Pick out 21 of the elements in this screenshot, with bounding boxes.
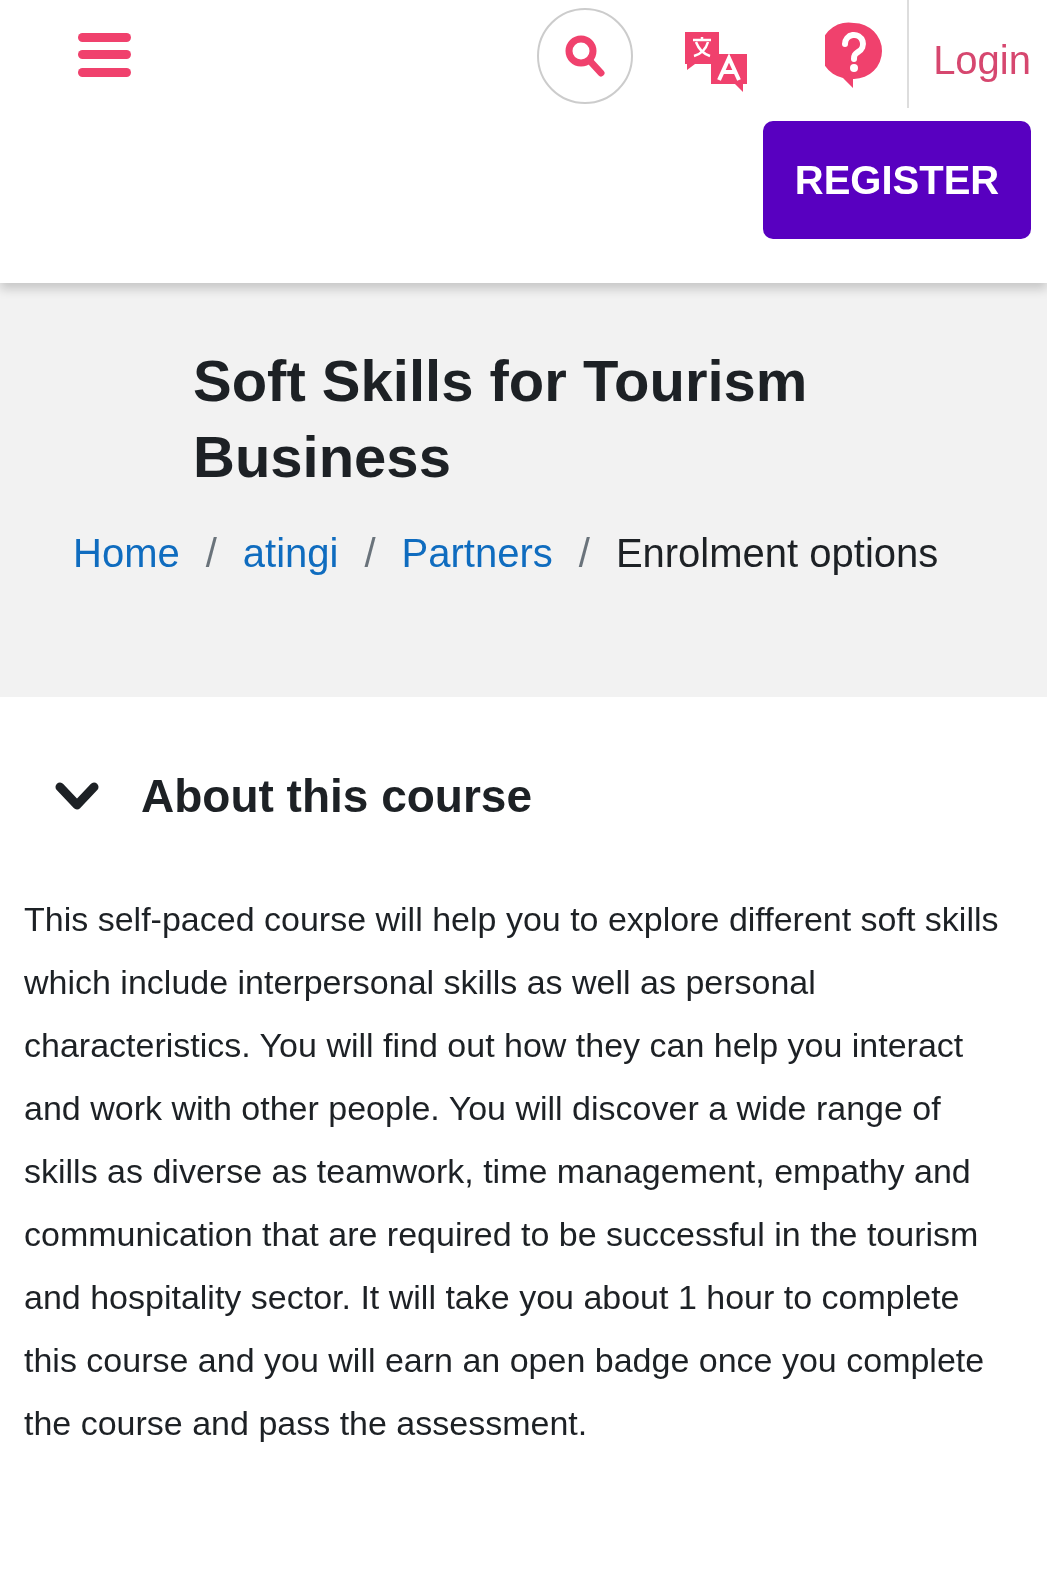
page-title: Soft Skills for Tourism Business — [193, 347, 809, 491]
breadcrumb-link[interactable]: atingi — [242, 523, 339, 583]
breadcrumb-current: Enrolment options — [615, 530, 939, 577]
chevron-icon — [55, 781, 99, 812]
translate-button[interactable] — [685, 30, 748, 92]
breadcrumb-separator: / — [364, 530, 376, 577]
help-button[interactable] — [825, 22, 884, 88]
search-icon — [565, 35, 606, 77]
breadcrumb-link[interactable]: Home — [73, 523, 180, 583]
section-title: About this course — [141, 769, 533, 824]
collapse-toggle[interactable] — [55, 781, 99, 812]
breadcrumb-separator: / — [578, 530, 590, 577]
breadcrumb-separator: / — [205, 530, 217, 577]
help-icon — [825, 22, 884, 88]
translate-icon — [685, 30, 748, 92]
breadcrumb-link[interactable]: Partners — [401, 523, 553, 583]
login-link[interactable]: Login — [933, 30, 1031, 90]
menu-icon — [78, 33, 131, 77]
course-description: This self-paced course will help you to explore different soft skills which include interpersonal skills as well as personal characteristics. You will find out how they can help you interact and work with other people. You will discover a wide range of skills as diverse as teamwork, time management, empathy and communication that are required to be successful in the tourism and hospitality sector. It will take you about 1 hour to complete this course and you will earn an open badge once you complete the course and pass the assessment. — [24, 899, 1000, 1445]
register-button[interactable]: REGISTER — [763, 121, 1031, 239]
menu-button[interactable] — [78, 33, 131, 77]
